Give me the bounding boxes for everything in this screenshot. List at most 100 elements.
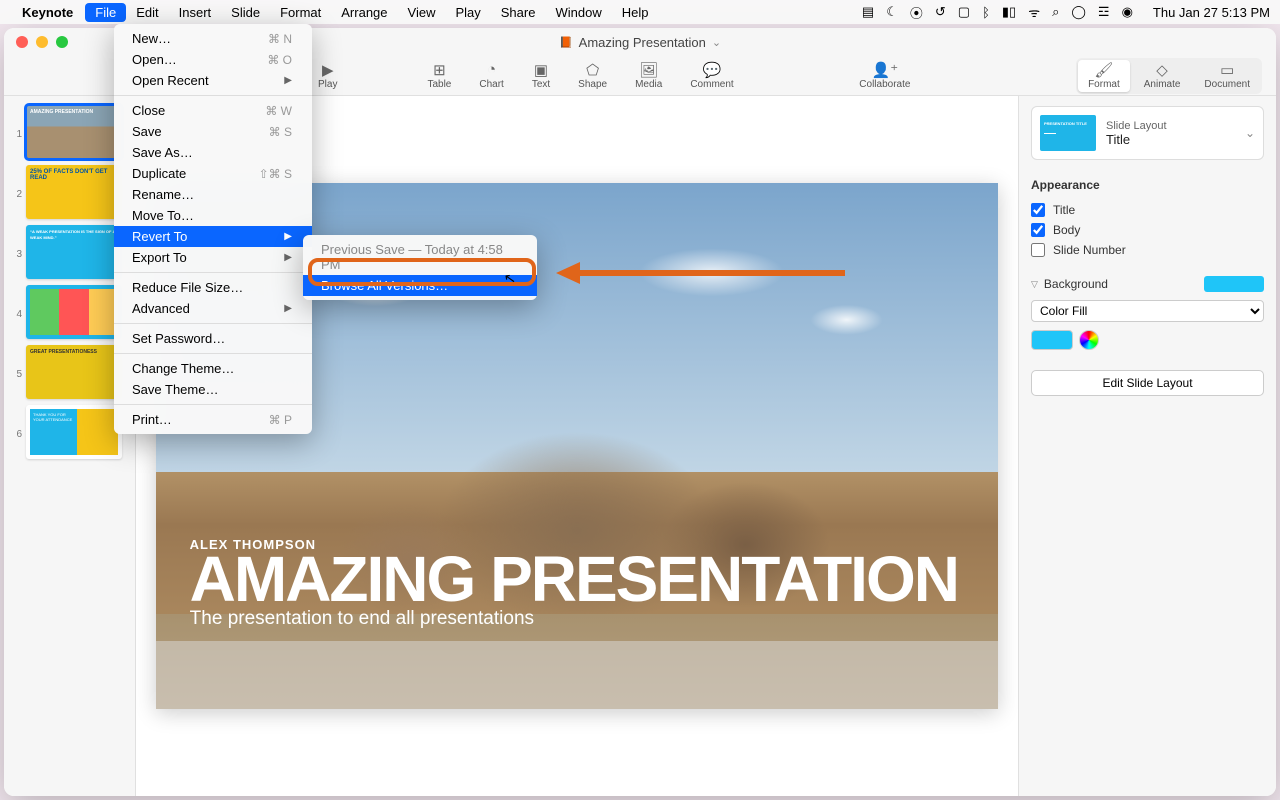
- display-icon[interactable]: ▢: [958, 4, 970, 20]
- table-icon: ⊞: [433, 62, 446, 78]
- comment-icon: 💬: [703, 62, 722, 78]
- background-swatch: [1204, 276, 1264, 292]
- wifi-icon[interactable]: ᯤ: [1028, 3, 1040, 21]
- slide-thumbnail-5[interactable]: GREAT PRESENTATIONESS: [26, 345, 122, 399]
- body-checkbox[interactable]: [1031, 223, 1045, 237]
- slide-thumbnail-1[interactable]: AMAZING PRESENTATION: [26, 105, 122, 159]
- slide-layout-picker[interactable]: Slide LayoutTitle ⌄: [1031, 106, 1264, 160]
- window-zoom-button[interactable]: [56, 36, 68, 48]
- slide-thumbnail-6[interactable]: THANK YOU FOR YOUR ATTENDANCE: [26, 405, 122, 459]
- siri-icon[interactable]: ◉: [1122, 4, 1133, 20]
- layout-thumbnail: [1040, 115, 1096, 151]
- airplay-icon[interactable]: ⦿: [910, 3, 923, 22]
- file-menu-item[interactable]: Rename…: [114, 184, 312, 205]
- menu-share[interactable]: Share: [491, 3, 546, 22]
- animate-icon: ◇: [1156, 62, 1168, 78]
- file-menu-item[interactable]: New…⌘ N: [114, 28, 312, 49]
- toolbar-text-button[interactable]: ▣Text: [532, 62, 550, 90]
- play-icon: ▶: [322, 62, 334, 78]
- traffic-lights: [16, 36, 68, 48]
- format-icon: 🖌: [1094, 62, 1113, 78]
- format-inspector: Slide LayoutTitle ⌄ Appearance Title Bod…: [1018, 96, 1276, 796]
- window-close-button[interactable]: [16, 36, 28, 48]
- battery-icon[interactable]: ▮▯: [1002, 4, 1016, 20]
- toolbar-chart-button[interactable]: ◔Chart: [479, 62, 503, 90]
- color-wheel-icon[interactable]: [1079, 330, 1099, 350]
- app-name[interactable]: Keynote: [22, 5, 73, 20]
- collaborate-icon: 👤⁺: [872, 62, 899, 78]
- file-menu-item[interactable]: Move To…: [114, 205, 312, 226]
- toolbar-shape-button[interactable]: ⬠Shape: [578, 62, 607, 90]
- media-icon: 🖼: [639, 62, 658, 78]
- search-icon[interactable]: ⌕: [1052, 4, 1059, 20]
- color-swatch[interactable]: [1031, 330, 1073, 350]
- toolbar-table-button[interactable]: ⊞Table: [427, 62, 451, 90]
- appearance-header: Appearance: [1031, 178, 1264, 192]
- toolbar-comment-button[interactable]: 💬Comment: [690, 62, 733, 90]
- fill-type-select[interactable]: Color Fill: [1031, 300, 1264, 322]
- tab-document[interactable]: ▭Document: [1194, 60, 1260, 92]
- file-menu-item[interactable]: Save Theme…: [114, 379, 312, 400]
- file-menu-item[interactable]: Set Password…: [114, 328, 312, 349]
- inspector-tabs: 🖌Format ◇Animate ▭Document: [1076, 58, 1262, 94]
- background-section-header[interactable]: ▽Background: [1031, 276, 1264, 292]
- slide-thumbnail-2[interactable]: 25% OF FACTS DON'T GET READ: [26, 165, 122, 219]
- title-checkbox[interactable]: [1031, 203, 1045, 217]
- file-menu-item[interactable]: Print…⌘ P: [114, 409, 312, 430]
- title-checkbox-row[interactable]: Title: [1031, 200, 1264, 220]
- slide-thumbnail-3[interactable]: “A WEAK PRESENTATION IS THE SIGN OF A WE…: [26, 225, 122, 279]
- file-menu-item[interactable]: Save⌘ S: [114, 121, 312, 142]
- timemachine-icon[interactable]: ↺: [935, 4, 946, 20]
- slide-headline[interactable]: AMAZING PRESENTATION: [190, 552, 958, 606]
- menu-format[interactable]: Format: [270, 3, 331, 22]
- file-menu-item[interactable]: Open Recent▶: [114, 70, 312, 91]
- app-icon[interactable]: ▤: [862, 4, 874, 20]
- shape-icon: ⬠: [586, 62, 599, 78]
- tab-format[interactable]: 🖌Format: [1078, 60, 1130, 92]
- menu-arrange[interactable]: Arrange: [331, 3, 397, 22]
- dnd-icon[interactable]: ☾: [886, 4, 898, 20]
- chart-icon: ◔: [487, 62, 496, 78]
- edit-slide-layout-button[interactable]: Edit Slide Layout: [1031, 370, 1264, 396]
- menu-file[interactable]: File: [85, 3, 126, 22]
- toolbar-media-button[interactable]: 🖼Media: [635, 62, 662, 90]
- body-checkbox-row[interactable]: Body: [1031, 220, 1264, 240]
- file-menu-item[interactable]: Reduce File Size…: [114, 277, 312, 298]
- file-menu-item[interactable]: Export To▶: [114, 247, 312, 268]
- toolbar-collaborate-button[interactable]: 👤⁺Collaborate: [859, 62, 910, 90]
- tab-animate[interactable]: ◇Animate: [1134, 60, 1191, 92]
- file-menu-dropdown: New…⌘ NOpen…⌘ OOpen Recent▶ Close⌘ WSave⌘…: [114, 24, 312, 434]
- submenu-browse-all-versions[interactable]: Browse All Versions…: [303, 275, 537, 296]
- file-menu-item[interactable]: Save As…: [114, 142, 312, 163]
- macos-menubar: Keynote File Edit Insert Slide Format Ar…: [0, 0, 1280, 24]
- menu-slide[interactable]: Slide: [221, 3, 270, 22]
- file-menu-item[interactable]: Advanced▶: [114, 298, 312, 319]
- slide-thumbnail-4[interactable]: [26, 285, 122, 339]
- slidenum-checkbox[interactable]: [1031, 243, 1045, 257]
- bluetooth-icon[interactable]: ᛒ: [982, 5, 990, 20]
- document-title[interactable]: Amazing Presentation: [559, 35, 721, 50]
- toolbar-play-button[interactable]: ▶Play: [318, 62, 337, 90]
- menu-view[interactable]: View: [398, 3, 446, 22]
- file-menu-item[interactable]: Open…⌘ O: [114, 49, 312, 70]
- menu-help[interactable]: Help: [612, 3, 659, 22]
- menu-window[interactable]: Window: [545, 3, 611, 22]
- menubar-datetime[interactable]: Thu Jan 27 5:13 PM: [1153, 5, 1270, 20]
- file-menu-item[interactable]: Revert To▶: [114, 226, 312, 247]
- menu-insert[interactable]: Insert: [169, 3, 222, 22]
- menu-play[interactable]: Play: [445, 3, 490, 22]
- chevron-down-icon: ⌄: [1245, 126, 1255, 140]
- slidenum-checkbox-row[interactable]: Slide Number: [1031, 240, 1264, 260]
- text-icon: ▣: [534, 62, 548, 78]
- window-minimize-button[interactable]: [36, 36, 48, 48]
- file-menu-item[interactable]: Change Theme…: [114, 358, 312, 379]
- user-icon[interactable]: ◯: [1071, 4, 1086, 20]
- revert-to-submenu: Previous Save — Today at 4:58 PM Browse …: [303, 235, 537, 300]
- control-center-icon[interactable]: ☲: [1098, 4, 1110, 20]
- file-menu-item[interactable]: Duplicate⇧⌘ S: [114, 163, 312, 184]
- menubar-status-area: ▤ ☾ ⦿ ↺ ▢ ᛒ ▮▯ ᯤ ⌕ ◯ ☲ ◉ Thu Jan 27 5:13…: [862, 3, 1270, 22]
- submenu-previous-save[interactable]: Previous Save — Today at 4:58 PM: [303, 239, 537, 275]
- file-menu-item[interactable]: Close⌘ W: [114, 100, 312, 121]
- menu-edit[interactable]: Edit: [126, 3, 168, 22]
- disclosure-triangle-icon: ▽: [1031, 279, 1038, 290]
